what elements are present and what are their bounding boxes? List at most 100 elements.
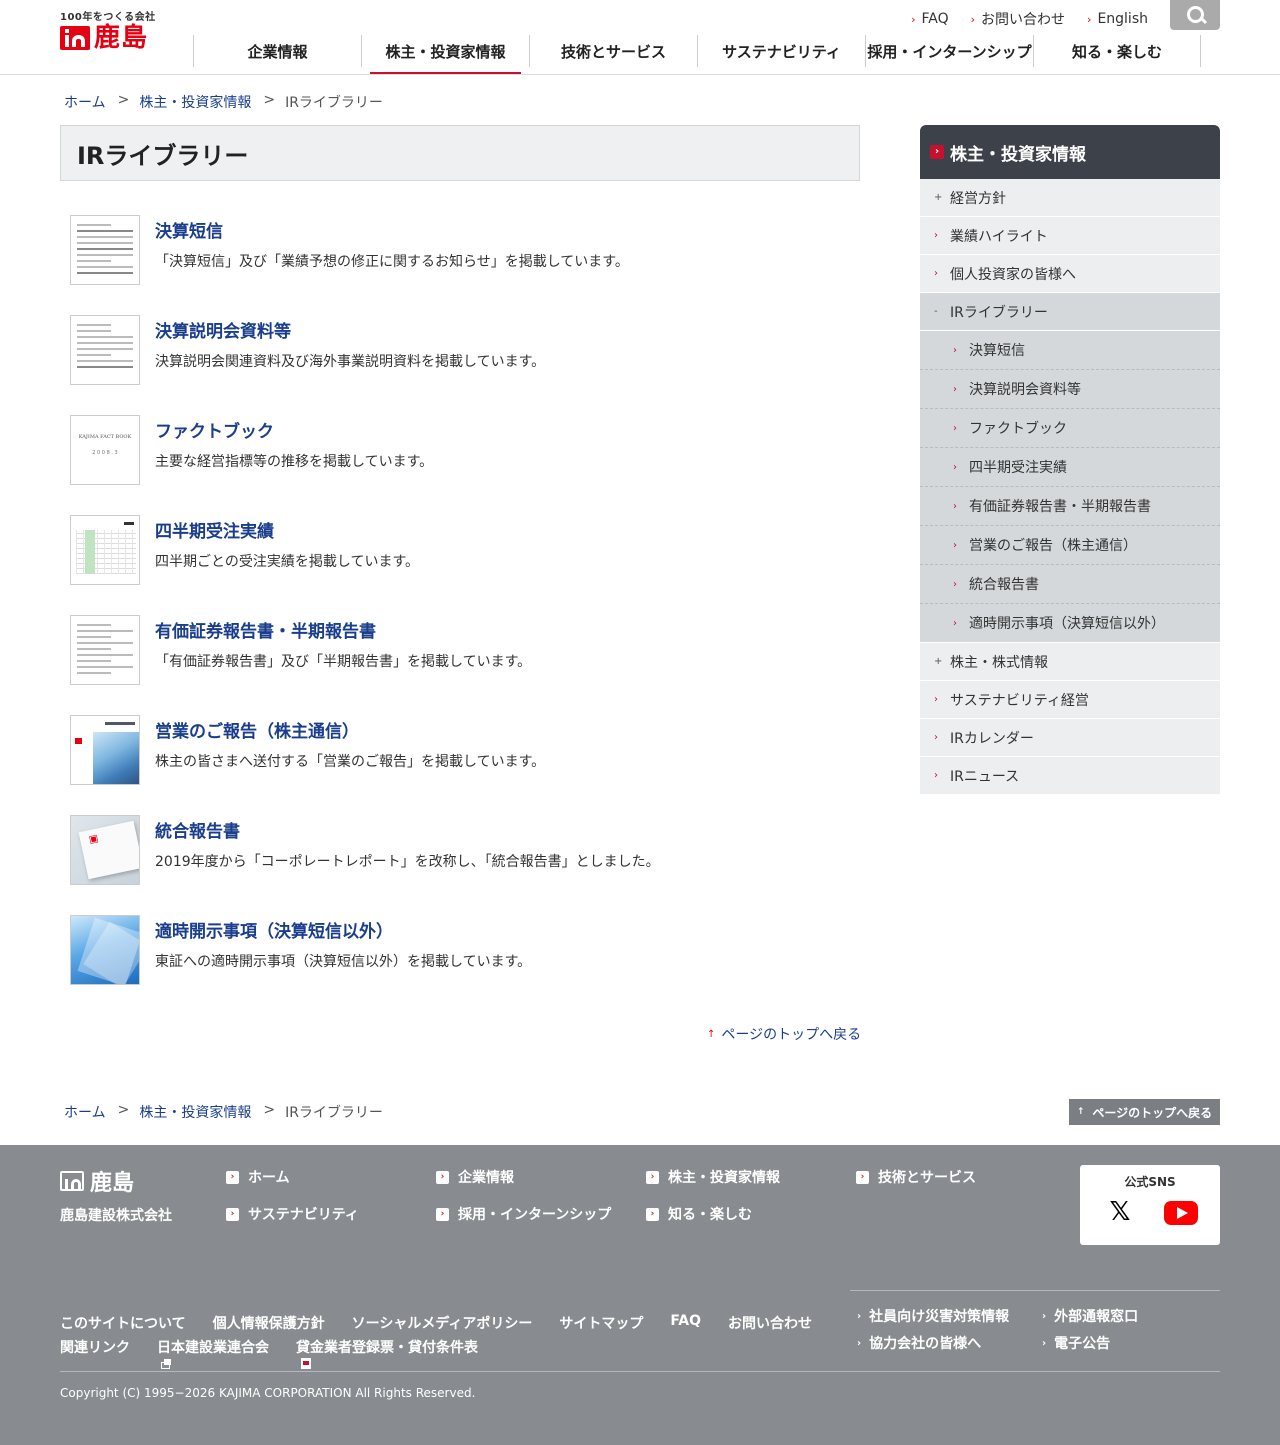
search-icon[interactable]: [1170, 0, 1220, 30]
sns-box: 公式SNS 𝕏: [1080, 1165, 1220, 1245]
footer-link-about[interactable]: このサイトについて: [60, 1313, 213, 1333]
chevron-right-icon: ›: [1042, 1337, 1047, 1349]
footer-nav-enjoy[interactable]: › 知る・楽しむ: [646, 1204, 752, 1224]
securities-thumbnail[interactable]: [70, 615, 140, 685]
side-item-news[interactable]: › IRニュース: [920, 757, 1220, 795]
gnav-company[interactable]: 企業情報: [193, 35, 361, 67]
factbook-thumbnail[interactable]: KAJIMA FACT BOOK 2 0 0 8 . 3: [70, 415, 140, 485]
gnav-tech[interactable]: 技術とサービス: [529, 35, 697, 67]
footer-nav-company[interactable]: › 企業情報: [436, 1167, 514, 1187]
chevron-right-icon: ›: [226, 1207, 239, 1221]
footer-logo[interactable]: 鹿島: [60, 1165, 134, 1197]
side-sub-factbook[interactable]: › ファクトブック: [920, 409, 1220, 448]
sns-label: 公式SNS: [1124, 1175, 1176, 1189]
side-item-policy[interactable]: + 経営方針: [920, 179, 1220, 217]
side-item-shares[interactable]: + 株主・株式情報: [920, 643, 1220, 681]
side-sub-securities[interactable]: › 有価証券報告書・半期報告書: [920, 487, 1220, 526]
page-top-button[interactable]: ↑ ページのトップへ戻る: [1069, 1099, 1220, 1125]
page-title: IRライブラリー: [60, 125, 860, 181]
footer-divider: [60, 1371, 1220, 1372]
footer-link-jfcc[interactable]: 日本建設業連合会: [157, 1337, 296, 1373]
util-link-faq[interactable]: › FAQ: [911, 11, 949, 27]
footer-nav-home[interactable]: › ホーム: [226, 1167, 290, 1187]
footer-link-partners[interactable]: › 協力会社の皆様へ: [857, 1333, 981, 1353]
footer-nav-sustainability[interactable]: › サステナビリティ: [226, 1204, 359, 1224]
chevron-right-icon: ›: [646, 1170, 659, 1184]
footer-nav-tech[interactable]: › 技術とサービス: [856, 1167, 976, 1187]
footer-links-row1: このサイトについて 個人情報保護方針 ソーシャルメディアポリシー サイトマップ …: [60, 1313, 839, 1333]
breadcrumb-current: IRライブラリー: [285, 95, 383, 111]
integrated-report-thumbnail[interactable]: ▣: [70, 815, 140, 885]
footer-link-whistleblow[interactable]: › 外部通報窓口: [1042, 1306, 1138, 1326]
gnav-sustainability[interactable]: サステナビリティ: [697, 35, 865, 67]
library-link-orders[interactable]: 四半期受注実績: [155, 517, 274, 542]
arrow-up-icon: ↑: [1076, 1107, 1085, 1117]
chevron-right-icon: ›: [934, 230, 938, 241]
business-report-thumbnail[interactable]: [70, 715, 140, 785]
gnav-ir[interactable]: 株主・投資家情報: [361, 35, 529, 74]
plus-icon: +: [934, 656, 943, 667]
footer-nav-ir[interactable]: › 株主・投資家情報: [646, 1167, 780, 1187]
footer-link-related[interactable]: 関連リンク: [60, 1337, 157, 1373]
x-icon[interactable]: 𝕏: [1108, 1199, 1132, 1225]
side-sub-tanshin[interactable]: › 決算短信: [920, 331, 1220, 370]
footer-nav-recruit[interactable]: › 採用・インターンシップ: [436, 1204, 611, 1224]
library-link-briefing[interactable]: 決算説明会資料等: [155, 317, 291, 342]
site-logo[interactable]: 100年をつくる会社 鹿島: [60, 8, 170, 51]
breadcrumb-home[interactable]: ホーム: [64, 92, 106, 112]
side-item-highlights[interactable]: › 業績ハイライト: [920, 217, 1220, 255]
gnav-recruit[interactable]: 採用・インターンシップ: [865, 35, 1033, 67]
footer-link-faq[interactable]: FAQ: [670, 1313, 728, 1333]
chevron-right-icon: ›: [934, 694, 938, 705]
library-desc: 2019年度から「コーポレートレポート」を改称し、「統合報告書」としました。: [155, 854, 660, 870]
side-sub-orders[interactable]: › 四半期受注実績: [920, 448, 1220, 487]
chevron-right-icon: ›: [226, 1170, 239, 1184]
library-item-briefing: 決算説明会資料等 決算説明会関連資料及び海外事業説明資料を掲載しています。: [70, 315, 860, 385]
page-top-link[interactable]: ↑ ページのトップへ戻る: [707, 1024, 861, 1044]
library-item-factbook: KAJIMA FACT BOOK 2 0 0 8 . 3 ファクトブック 主要な…: [70, 415, 860, 485]
gnav-enjoy[interactable]: 知る・楽しむ: [1033, 35, 1201, 67]
logo-text: 鹿島: [94, 23, 149, 53]
util-link-contact[interactable]: › お問い合わせ: [971, 9, 1065, 29]
library-link-business-report[interactable]: 営業のご報告（株主通信）: [155, 717, 359, 742]
library-item-disclosure: 適時開示事項（決算短信以外） 東証への適時開示事項（決算短信以外）を掲載していま…: [70, 915, 860, 985]
tanshin-thumbnail[interactable]: [70, 215, 140, 285]
chevron-right-icon: ›: [436, 1207, 449, 1221]
side-sub-business-report[interactable]: › 営業のご報告（株主通信）: [920, 526, 1220, 565]
side-item-ir-library[interactable]: - IRライブラリー: [920, 293, 1220, 331]
disclosure-thumbnail[interactable]: [70, 915, 140, 985]
breadcrumb-separator: >: [117, 1102, 130, 1118]
side-sub-disclosure[interactable]: › 適時開示事項（決算短信以外）: [920, 604, 1220, 643]
logo-main: 鹿島: [60, 25, 170, 51]
side-item-calendar[interactable]: › IRカレンダー: [920, 719, 1220, 757]
briefing-thumbnail[interactable]: [70, 315, 140, 385]
breadcrumb-ir[interactable]: 株主・投資家情報: [139, 92, 251, 112]
footer-link-lender[interactable]: 貸金業者登録票・貸付条件表: [296, 1337, 505, 1373]
library-link-integrated[interactable]: 統合報告書: [155, 817, 240, 842]
library-link-disclosure[interactable]: 適時開示事項（決算短信以外）: [155, 917, 393, 942]
footer-link-e-notice[interactable]: › 電子公告: [1042, 1333, 1110, 1353]
chevron-right-icon: ›: [930, 145, 944, 159]
footer-link-disaster[interactable]: › 社員向け災害対策情報: [857, 1306, 1009, 1326]
breadcrumb-current: IRライブラリー: [285, 1105, 383, 1121]
footer-link-contact[interactable]: お問い合わせ: [728, 1313, 839, 1333]
footer-link-social-policy[interactable]: ソーシャルメディアポリシー: [352, 1313, 560, 1333]
orders-thumbnail[interactable]: [70, 515, 140, 585]
side-item-sustainability[interactable]: › サステナビリティ経営: [920, 681, 1220, 719]
library-link-securities[interactable]: 有価証券報告書・半期報告書: [155, 617, 376, 642]
youtube-icon[interactable]: [1164, 1201, 1198, 1225]
side-sub-integrated[interactable]: › 統合報告書: [920, 565, 1220, 604]
footer-link-privacy[interactable]: 個人情報保護方針: [213, 1313, 352, 1333]
side-nav-heading[interactable]: › 株主・投資家情報: [920, 125, 1220, 179]
chevron-right-icon: ›: [953, 617, 957, 629]
side-sub-briefing[interactable]: › 決算説明会資料等: [920, 370, 1220, 409]
library-link-tanshin[interactable]: 決算短信: [155, 217, 223, 242]
chevron-right-icon: ›: [953, 344, 957, 356]
util-link-english[interactable]: › English: [1087, 11, 1148, 27]
library-link-factbook[interactable]: ファクトブック: [155, 417, 274, 442]
external-link-icon: [161, 1359, 171, 1369]
breadcrumb-home[interactable]: ホーム: [64, 1102, 106, 1122]
footer-link-sitemap[interactable]: サイトマップ: [559, 1313, 670, 1333]
side-item-individual[interactable]: › 個人投資家の皆様へ: [920, 255, 1220, 293]
breadcrumb-ir[interactable]: 株主・投資家情報: [139, 1102, 251, 1122]
